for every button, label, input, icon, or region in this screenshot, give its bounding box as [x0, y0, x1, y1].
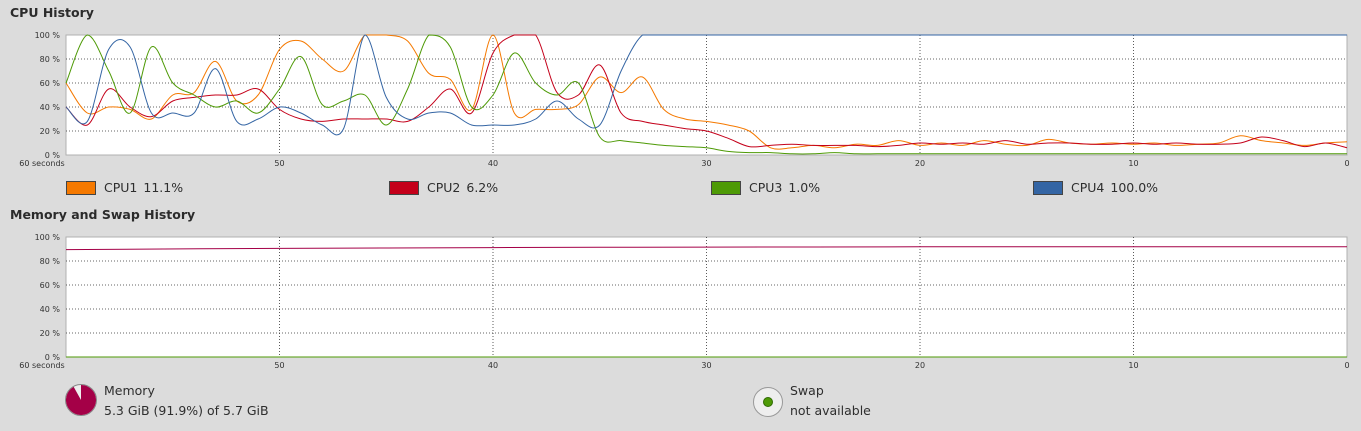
swap-dot-icon [763, 397, 773, 407]
memory-pie-icon[interactable] [64, 383, 98, 417]
memory-x-tick-label: 10 [1128, 361, 1138, 370]
swap-pie-icon[interactable] [752, 383, 786, 417]
memory-y-tick-label: 60 % [40, 281, 61, 290]
memory-x-tick-label: 40 [488, 361, 498, 370]
memory-x-tick-label: 60 seconds [19, 361, 64, 370]
memory-x-tick-label: 50 [274, 361, 284, 370]
memory-label: Memory [104, 383, 155, 398]
memory-y-tick-label: 20 % [40, 329, 61, 338]
memory-y-tick-label: 80 % [40, 257, 61, 266]
memory-value: 5.3 GiB (91.9%) of 5.7 GiB [104, 403, 269, 418]
memory-x-tick-label: 30 [701, 361, 711, 370]
swap-value: not available [790, 403, 871, 418]
swap-summary: Swap not available [752, 381, 871, 421]
memory-history-chart: 100 %80 %60 %40 %20 %0 %60 seconds 50 40 30… [19, 233, 1349, 370]
memory-y-tick-label: 40 % [40, 305, 61, 314]
memory-x-tick-label: 20 [915, 361, 925, 370]
swap-label: Swap [790, 383, 824, 398]
memory-x-tick-label: 0 [1344, 361, 1349, 370]
memory-y-tick-label: 100 % [35, 233, 61, 242]
memory-summary: Memory 5.3 GiB (91.9%) of 5.7 GiB [64, 381, 269, 421]
